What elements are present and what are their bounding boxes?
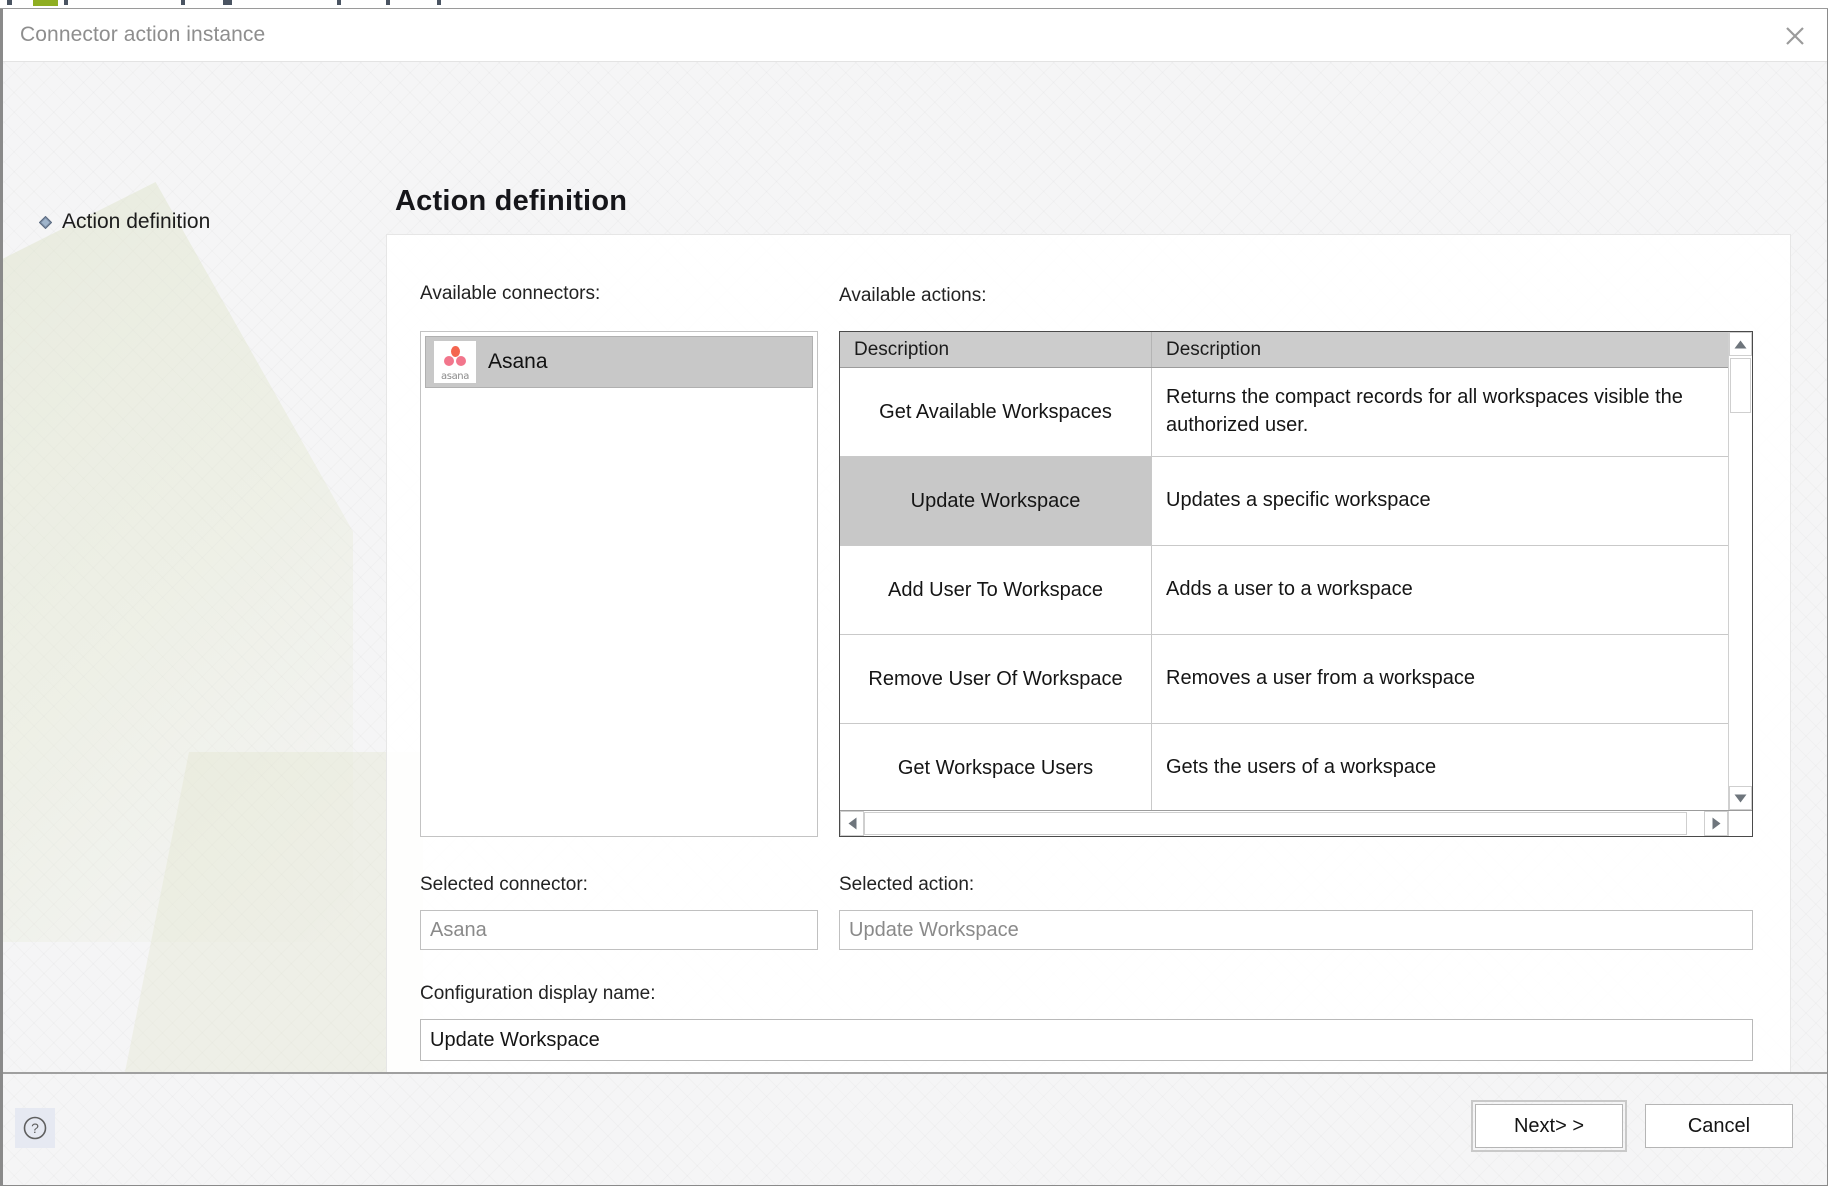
parent-toolbar-tick (386, 0, 390, 5)
grid-viewport: Description Description Get Available Wo… (840, 332, 1728, 810)
sidebar-item-action-definition[interactable]: Action definition (38, 210, 211, 234)
grid-header-row: Description Description (840, 332, 1728, 368)
parent-toolbar-tick (437, 0, 441, 5)
parent-toolbar-tick (7, 0, 12, 5)
screen-root: Connector action instance Action definit… (0, 0, 1828, 1186)
scrollbar-corner (1728, 811, 1752, 836)
parent-toolbar-tick (64, 0, 68, 5)
list-item[interactable]: asana Asana (425, 336, 813, 388)
wizard-step-rail: Action definition (3, 62, 386, 1072)
scroll-up-arrow-icon[interactable] (1729, 332, 1752, 356)
action-name-cell: Remove User Of Workspace (840, 635, 1152, 723)
grid-horizontal-scroll-thumb[interactable] (864, 812, 1688, 835)
selected-connector-field[interactable]: Asana (420, 910, 818, 950)
parent-toolbar-tick (181, 0, 185, 5)
column-header-description[interactable]: Description (1152, 332, 1728, 367)
table-row[interactable]: Get Available Workspaces Returns the com… (840, 368, 1728, 457)
grid-vertical-scrollbar[interactable] (1728, 332, 1752, 810)
scroll-down-arrow-icon[interactable] (1729, 786, 1752, 810)
action-name-cell: Get Workspace Users (840, 724, 1152, 810)
parent-toolbar-tick (223, 0, 232, 5)
table-row[interactable]: Remove User Of Workspace Removes a user … (840, 635, 1728, 724)
sidebar-item-label: Action definition (62, 210, 211, 233)
dialog-body: Action definition Action definition Avai… (3, 62, 1827, 1072)
asana-wordmark: asana (441, 371, 469, 382)
parent-window-toolbar-strip (0, 0, 1828, 9)
parent-toolbar-tick (337, 0, 341, 5)
connector-name: Asana (488, 350, 548, 373)
parent-toolbar-tick-accent (33, 0, 58, 6)
table-row[interactable]: Add User To Workspace Adds a user to a w… (840, 546, 1728, 635)
configuration-display-name-label: Configuration display name: (420, 983, 656, 1004)
available-actions-grid[interactable]: Description Description Get Available Wo… (839, 331, 1753, 837)
grid-vertical-scroll-thumb[interactable] (1730, 358, 1751, 413)
configuration-display-name-input[interactable]: Update Workspace (420, 1019, 1753, 1061)
selected-action-label: Selected action: (839, 874, 975, 895)
selected-connector-label: Selected connector: (420, 874, 588, 895)
action-name-cell: Get Available Workspaces (840, 368, 1152, 456)
dialog-footer: ? Next> > Cancel (3, 1072, 1827, 1185)
action-description-cell: Returns the compact records for all work… (1152, 368, 1728, 456)
action-description-cell: Adds a user to a workspace (1152, 546, 1728, 634)
available-connectors-list[interactable]: asana Asana (420, 331, 818, 837)
dialog-title-bar: Connector action instance (3, 9, 1827, 62)
table-row[interactable]: Get Workspace Users Gets the users of a … (840, 724, 1728, 810)
cancel-button[interactable]: Cancel (1645, 1104, 1793, 1148)
grid-horizontal-scrollbar[interactable] (840, 810, 1752, 836)
asana-dot-top (450, 346, 460, 357)
available-actions-label: Available actions: (839, 285, 987, 306)
dialog-title: Connector action instance (20, 23, 266, 46)
help-question-icon[interactable]: ? (15, 1108, 55, 1148)
action-description-cell: Removes a user from a workspace (1152, 635, 1728, 723)
action-name-cell: Update Workspace (840, 457, 1152, 545)
scroll-left-arrow-icon[interactable] (840, 811, 864, 836)
step-bullet-icon (38, 215, 53, 229)
table-row[interactable]: Update Workspace Updates a specific work… (840, 457, 1728, 546)
asana-logo-icon: asana (434, 341, 476, 383)
available-connectors-label: Available connectors: (420, 283, 601, 304)
close-icon[interactable] (1763, 9, 1827, 62)
page-title: Action definition (395, 185, 628, 217)
grid-horizontal-scroll-track[interactable] (864, 811, 1704, 836)
action-description-cell: Updates a specific workspace (1152, 457, 1728, 545)
action-description-cell: Gets the users of a workspace (1152, 724, 1728, 810)
asana-dot-left (444, 356, 454, 366)
footer-button-group: Next> > Cancel (1471, 1100, 1793, 1152)
selected-action-field[interactable]: Update Workspace (839, 910, 1753, 950)
asana-dot-right (456, 356, 466, 366)
svg-text:?: ? (31, 1120, 39, 1136)
column-header-name[interactable]: Description (840, 332, 1152, 367)
action-name-cell: Add User To Workspace (840, 546, 1152, 634)
connector-action-instance-dialog: Connector action instance Action definit… (0, 9, 1828, 1186)
scroll-right-arrow-icon[interactable] (1704, 811, 1728, 836)
next-button[interactable]: Next> > (1471, 1100, 1627, 1152)
